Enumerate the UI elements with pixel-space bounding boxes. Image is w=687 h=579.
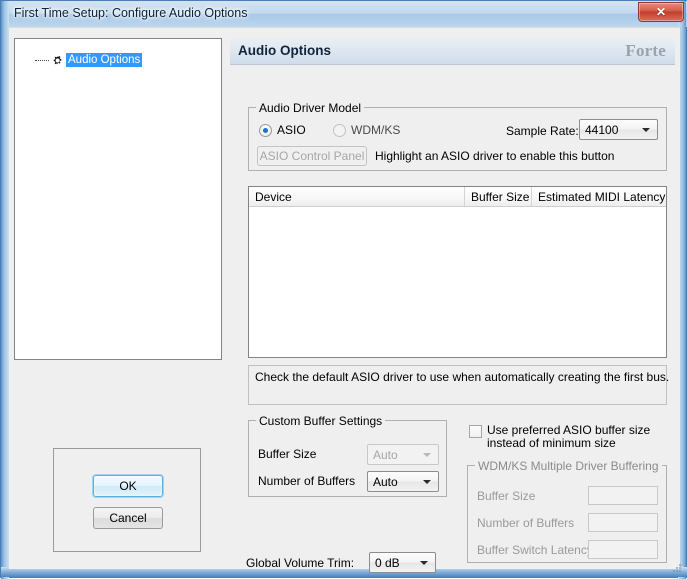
wdmks-buffer-switch-latency-input[interactable] (588, 540, 658, 559)
radio-wdmks-indicator[interactable] (333, 123, 346, 137)
custom-number-of-buffers-label: Number of Buffers (258, 474, 356, 488)
resize-grip[interactable] (671, 562, 683, 574)
audio-driver-model-legend: Audio Driver Model (256, 101, 365, 115)
sample-rate-combo[interactable]: 44100 (579, 119, 658, 140)
sample-rate-value: 44100 (585, 123, 619, 137)
ok-button[interactable]: OK (93, 475, 163, 497)
global-volume-trim-label: Global Volume Trim: (246, 556, 355, 570)
custom-buffer-size-combo[interactable]: Auto (367, 444, 439, 465)
device-list[interactable]: Device Buffer Size Estimated MIDI Latenc… (248, 186, 667, 358)
client-area: Audio Options OK Cancel Audio Options Fo… (9, 27, 680, 573)
column-header-estimated-midi-latency[interactable]: Estimated MIDI Latency (532, 187, 665, 206)
wdmks-buffer-size-input[interactable] (588, 486, 658, 505)
wdmks-buffer-size-label: Buffer Size (477, 489, 536, 503)
wdmks-multiple-driver-buffering-group: WDM/KS Multiple Driver Buffering Buffer … (467, 459, 667, 563)
wdmks-number-of-buffers-label: Number of Buffers (477, 516, 575, 530)
checkbox-indicator[interactable] (469, 425, 482, 438)
custom-buffer-settings-legend: Custom Buffer Settings (256, 414, 386, 428)
radio-asio-label: ASIO (277, 123, 306, 137)
dialog-button-panel: OK Cancel (53, 448, 201, 552)
sample-rate-label: Sample Rate: (506, 124, 579, 138)
tree-connector-line (35, 60, 49, 61)
info-box-text: Check the default ASIO driver to use whe… (255, 370, 670, 384)
radio-wdmks-label: WDM/KS (351, 123, 401, 137)
close-button[interactable]: ✕ (638, 2, 684, 22)
window-frame-left (1, 1, 9, 579)
global-volume-trim-combo[interactable]: 0 dB (369, 552, 436, 573)
asio-control-panel-button[interactable]: ASIO Control Panel (257, 146, 367, 166)
custom-number-of-buffers-combo[interactable]: Auto (367, 471, 439, 492)
chevron-down-icon (423, 453, 431, 457)
window-title: First Time Setup: Configure Audio Option… (14, 6, 248, 20)
page-title: Audio Options (238, 43, 331, 58)
info-box: Check the default ASIO driver to use whe… (248, 365, 670, 405)
radio-wdmks[interactable]: WDM/KS (333, 123, 400, 137)
custom-buffer-size-label: Buffer Size (258, 447, 317, 461)
global-volume-trim-value: 0 dB (375, 556, 400, 570)
radio-asio[interactable]: ASIO (259, 123, 306, 137)
dialog-window: First Time Setup: Configure Audio Option… (0, 0, 687, 579)
column-header-buffer-size[interactable]: Buffer Size (465, 187, 532, 206)
use-preferred-asio-buffer-label: Use preferred ASIO buffer size instead o… (487, 423, 651, 450)
asio-control-panel-hint: Highlight an ASIO driver to enable this … (375, 149, 615, 163)
device-list-header: Device Buffer Size Estimated MIDI Latenc… (249, 187, 666, 207)
chevron-down-icon (420, 561, 428, 565)
settings-tree-panel[interactable]: Audio Options (14, 38, 222, 360)
wdmks-buffer-switch-latency-label: Buffer Switch Latency (477, 543, 593, 557)
chevron-down-icon (423, 480, 431, 484)
brand-label: Forte (625, 41, 666, 60)
cancel-button[interactable]: Cancel (93, 507, 163, 529)
custom-buffer-settings-group: Custom Buffer Settings Buffer Size Auto … (248, 414, 447, 497)
use-preferred-asio-buffer-checkbox[interactable]: Use preferred ASIO buffer size instead o… (469, 424, 669, 450)
tree-item-audio-options[interactable]: Audio Options (35, 52, 143, 68)
custom-buffer-size-value: Auto (373, 448, 398, 462)
audio-driver-model-group: Audio Driver Model ASIO WDM/KS Sample Ra… (248, 101, 667, 171)
custom-number-of-buffers-value: Auto (373, 475, 398, 489)
chevron-down-icon (642, 128, 650, 132)
content-header: Audio Options Forte (230, 38, 675, 65)
tree-item-label: Audio Options (66, 53, 143, 67)
wdmks-number-of-buffers-input[interactable] (588, 513, 658, 532)
close-icon: ✕ (655, 5, 667, 19)
radio-asio-indicator[interactable] (259, 123, 272, 137)
gear-icon (53, 55, 62, 65)
wdmks-group-legend: WDM/KS Multiple Driver Buffering (475, 459, 662, 473)
column-header-device[interactable]: Device (249, 187, 465, 206)
title-bar[interactable]: First Time Setup: Configure Audio Option… (1, 1, 687, 27)
